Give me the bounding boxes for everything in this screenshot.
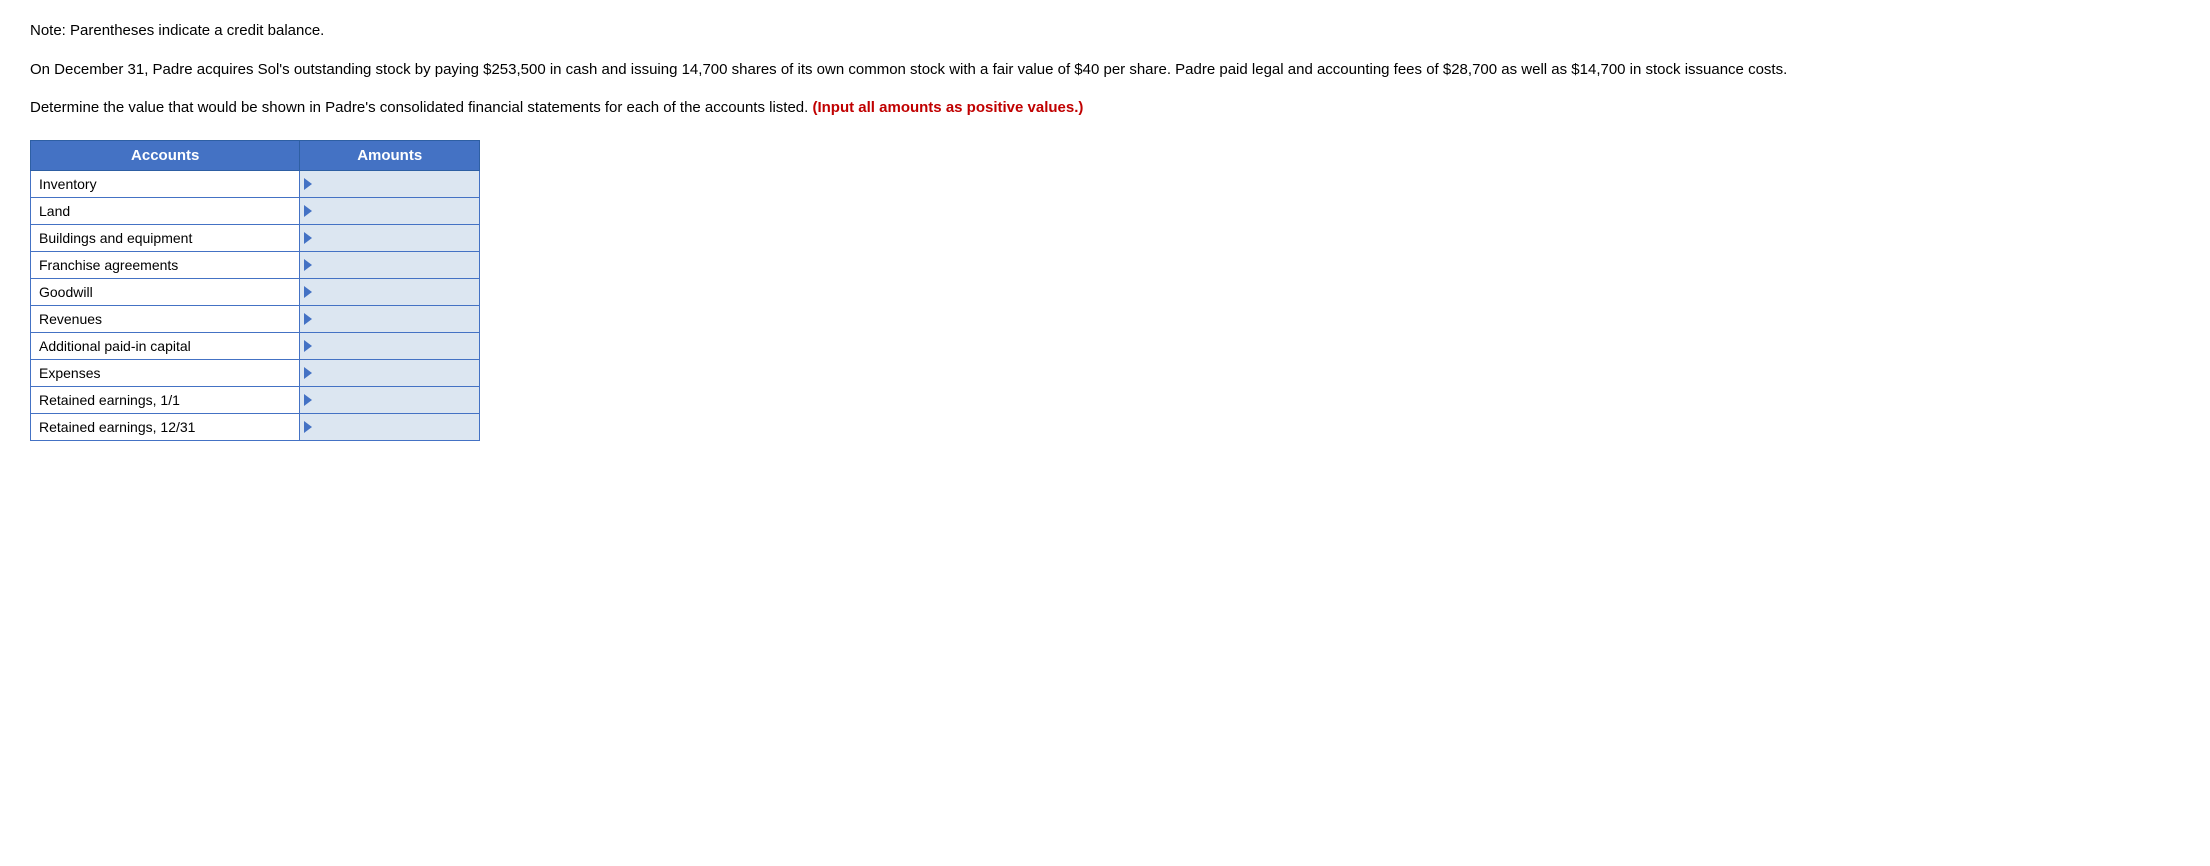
- arrow-icon: [304, 340, 312, 352]
- account-label: Franchise agreements: [31, 251, 300, 278]
- amount-cell[interactable]: [300, 413, 480, 440]
- arrow-icon: [304, 205, 312, 217]
- table-row: Additional paid-in capital: [31, 332, 480, 359]
- arrow-icon: [304, 259, 312, 271]
- instruction-paragraph: Determine the value that would be shown …: [30, 97, 2180, 120]
- amount-cell[interactable]: [300, 359, 480, 386]
- accounts-table-container: Accounts Amounts InventoryLandBuildings …: [30, 140, 480, 441]
- note-text: Note: Parentheses indicate a credit bala…: [30, 20, 2180, 43]
- arrow-icon: [304, 286, 312, 298]
- table-row: Land: [31, 197, 480, 224]
- amount-input[interactable]: [316, 257, 455, 273]
- amount-input[interactable]: [316, 284, 455, 300]
- amount-cell[interactable]: [300, 224, 480, 251]
- accounts-table: Accounts Amounts InventoryLandBuildings …: [30, 140, 480, 441]
- header-accounts: Accounts: [31, 140, 300, 170]
- paragraph1: On December 31, Padre acquires Sol's out…: [30, 59, 2180, 82]
- amount-input[interactable]: [316, 365, 455, 381]
- table-row: Expenses: [31, 359, 480, 386]
- account-label: Retained earnings, 1/1: [31, 386, 300, 413]
- amount-cell[interactable]: [300, 251, 480, 278]
- account-label: Goodwill: [31, 278, 300, 305]
- amount-cell[interactable]: [300, 332, 480, 359]
- instruction-before: Determine the value that would be shown …: [30, 99, 812, 116]
- amount-input[interactable]: [316, 392, 455, 408]
- arrow-icon: [304, 367, 312, 379]
- arrow-icon: [304, 313, 312, 325]
- table-row: Retained earnings, 12/31: [31, 413, 480, 440]
- amount-cell[interactable]: [300, 305, 480, 332]
- account-label: Additional paid-in capital: [31, 332, 300, 359]
- instruction-bold-red: (Input all amounts as positive values.): [812, 99, 1083, 116]
- account-label: Land: [31, 197, 300, 224]
- account-label: Inventory: [31, 170, 300, 197]
- arrow-icon: [304, 232, 312, 244]
- amount-cell[interactable]: [300, 386, 480, 413]
- table-row: Franchise agreements: [31, 251, 480, 278]
- amount-input[interactable]: [316, 311, 455, 327]
- table-row: Buildings and equipment: [31, 224, 480, 251]
- amount-cell[interactable]: [300, 170, 480, 197]
- amount-input[interactable]: [316, 230, 455, 246]
- arrow-icon: [304, 178, 312, 190]
- amount-cell[interactable]: [300, 197, 480, 224]
- amount-cell[interactable]: [300, 278, 480, 305]
- account-label: Retained earnings, 12/31: [31, 413, 300, 440]
- table-row: Goodwill: [31, 278, 480, 305]
- header-amounts: Amounts: [300, 140, 480, 170]
- amount-input[interactable]: [316, 176, 455, 192]
- account-label: Revenues: [31, 305, 300, 332]
- table-row: Revenues: [31, 305, 480, 332]
- arrow-icon: [304, 421, 312, 433]
- table-row: Inventory: [31, 170, 480, 197]
- amount-input[interactable]: [316, 419, 455, 435]
- table-row: Retained earnings, 1/1: [31, 386, 480, 413]
- account-label: Buildings and equipment: [31, 224, 300, 251]
- account-label: Expenses: [31, 359, 300, 386]
- amount-input[interactable]: [316, 338, 455, 354]
- amount-input[interactable]: [316, 203, 455, 219]
- arrow-icon: [304, 394, 312, 406]
